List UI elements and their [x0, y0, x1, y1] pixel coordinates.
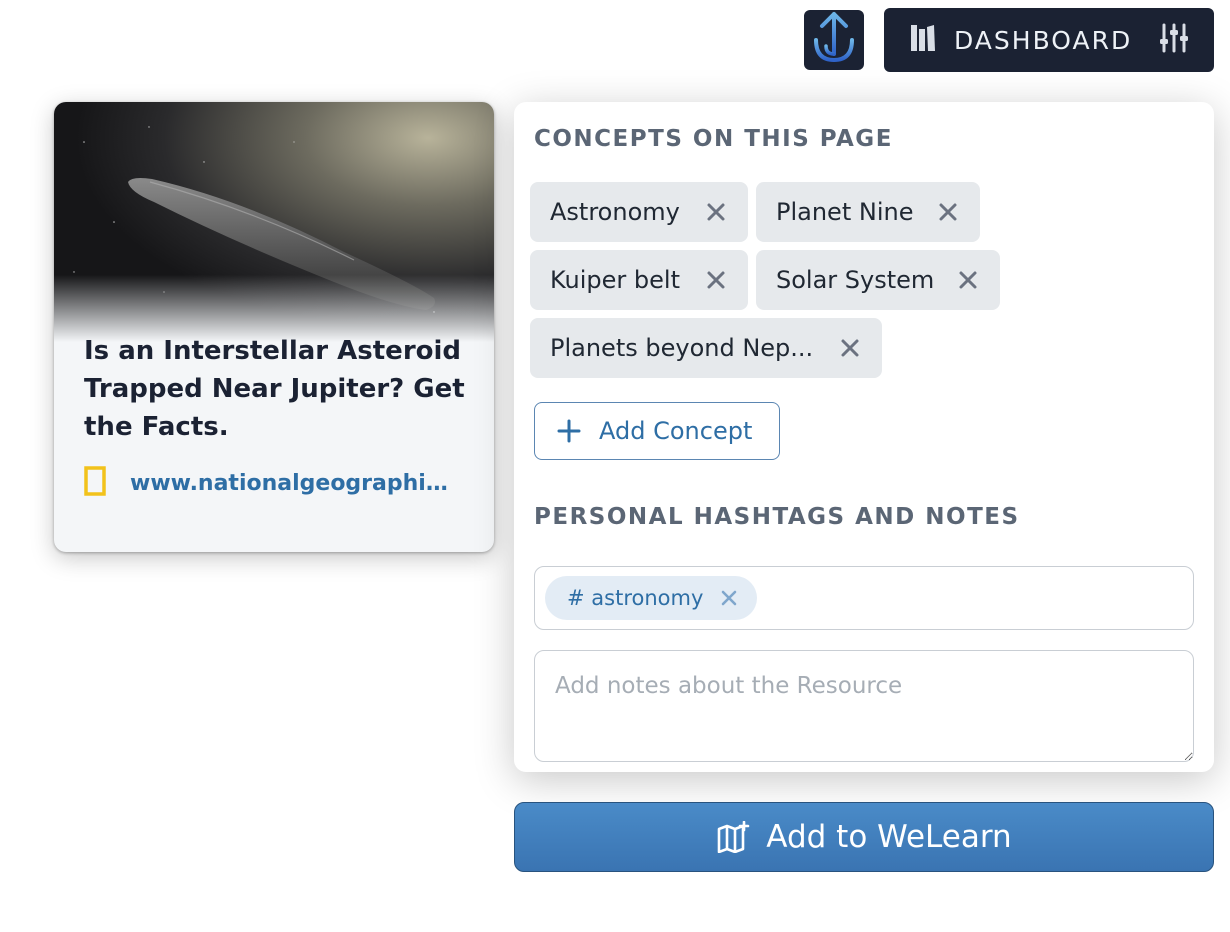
remove-concept-icon[interactable]: [956, 268, 980, 292]
hashtag-label: # astronomy: [567, 586, 704, 610]
concept-label: Astronomy: [550, 198, 680, 226]
resource-source[interactable]: www.nationalgeographic.com: [84, 466, 448, 501]
sliders-icon[interactable]: [1158, 22, 1190, 59]
remove-concept-icon[interactable]: [704, 200, 728, 224]
personal-heading: PERSONAL HASHTAGS AND NOTES: [534, 504, 1020, 530]
dashboard-label: DASHBOARD: [954, 25, 1133, 55]
map-plus-icon: [716, 821, 750, 853]
dashboard-button[interactable]: DASHBOARD: [884, 8, 1214, 72]
concept-label: Kuiper belt: [550, 266, 680, 294]
add-to-welearn-button[interactable]: Add to WeLearn: [514, 802, 1214, 872]
remove-concept-icon[interactable]: [704, 268, 728, 292]
anchor-icon: [808, 10, 860, 71]
resource-card[interactable]: Is an Interstellar Asteroid Trapped Near…: [54, 102, 494, 552]
remove-concept-icon[interactable]: [936, 200, 960, 224]
resource-thumbnail: [54, 102, 494, 342]
plus-icon: [557, 419, 581, 443]
bookshelf-icon: [910, 23, 936, 58]
hashtag-input[interactable]: # astronomy: [534, 566, 1194, 630]
hashtag-chip: # astronomy: [545, 576, 758, 620]
concepts-heading: CONCEPTS ON THIS PAGE: [534, 126, 893, 152]
concept-chip: Planets beyond Nep...: [530, 318, 882, 378]
concept-label: Planet Nine: [776, 198, 914, 226]
concept-chip: Planet Nine: [756, 182, 980, 242]
logo-button[interactable]: [804, 10, 864, 70]
add-to-welearn-label: Add to WeLearn: [766, 819, 1012, 855]
remove-hashtag-icon[interactable]: [721, 590, 737, 606]
remove-concept-icon[interactable]: [838, 336, 862, 360]
source-url[interactable]: www.nationalgeographic.com: [130, 471, 448, 496]
concept-chip: Solar System: [756, 250, 1000, 310]
add-concept-button[interactable]: Add Concept: [534, 402, 780, 460]
resource-panel: CONCEPTS ON THIS PAGE Astronomy Planet N…: [514, 102, 1214, 772]
national-geographic-icon: [84, 466, 106, 501]
notes-field[interactable]: [534, 650, 1194, 762]
resource-title[interactable]: Is an Interstellar Asteroid Trapped Near…: [84, 332, 474, 446]
concept-label: Solar System: [776, 266, 935, 294]
concept-chip: Kuiper belt: [530, 250, 748, 310]
concept-label: Planets beyond Nep...: [550, 334, 814, 362]
add-concept-label: Add Concept: [599, 417, 753, 445]
concept-chip: Astronomy: [530, 182, 748, 242]
